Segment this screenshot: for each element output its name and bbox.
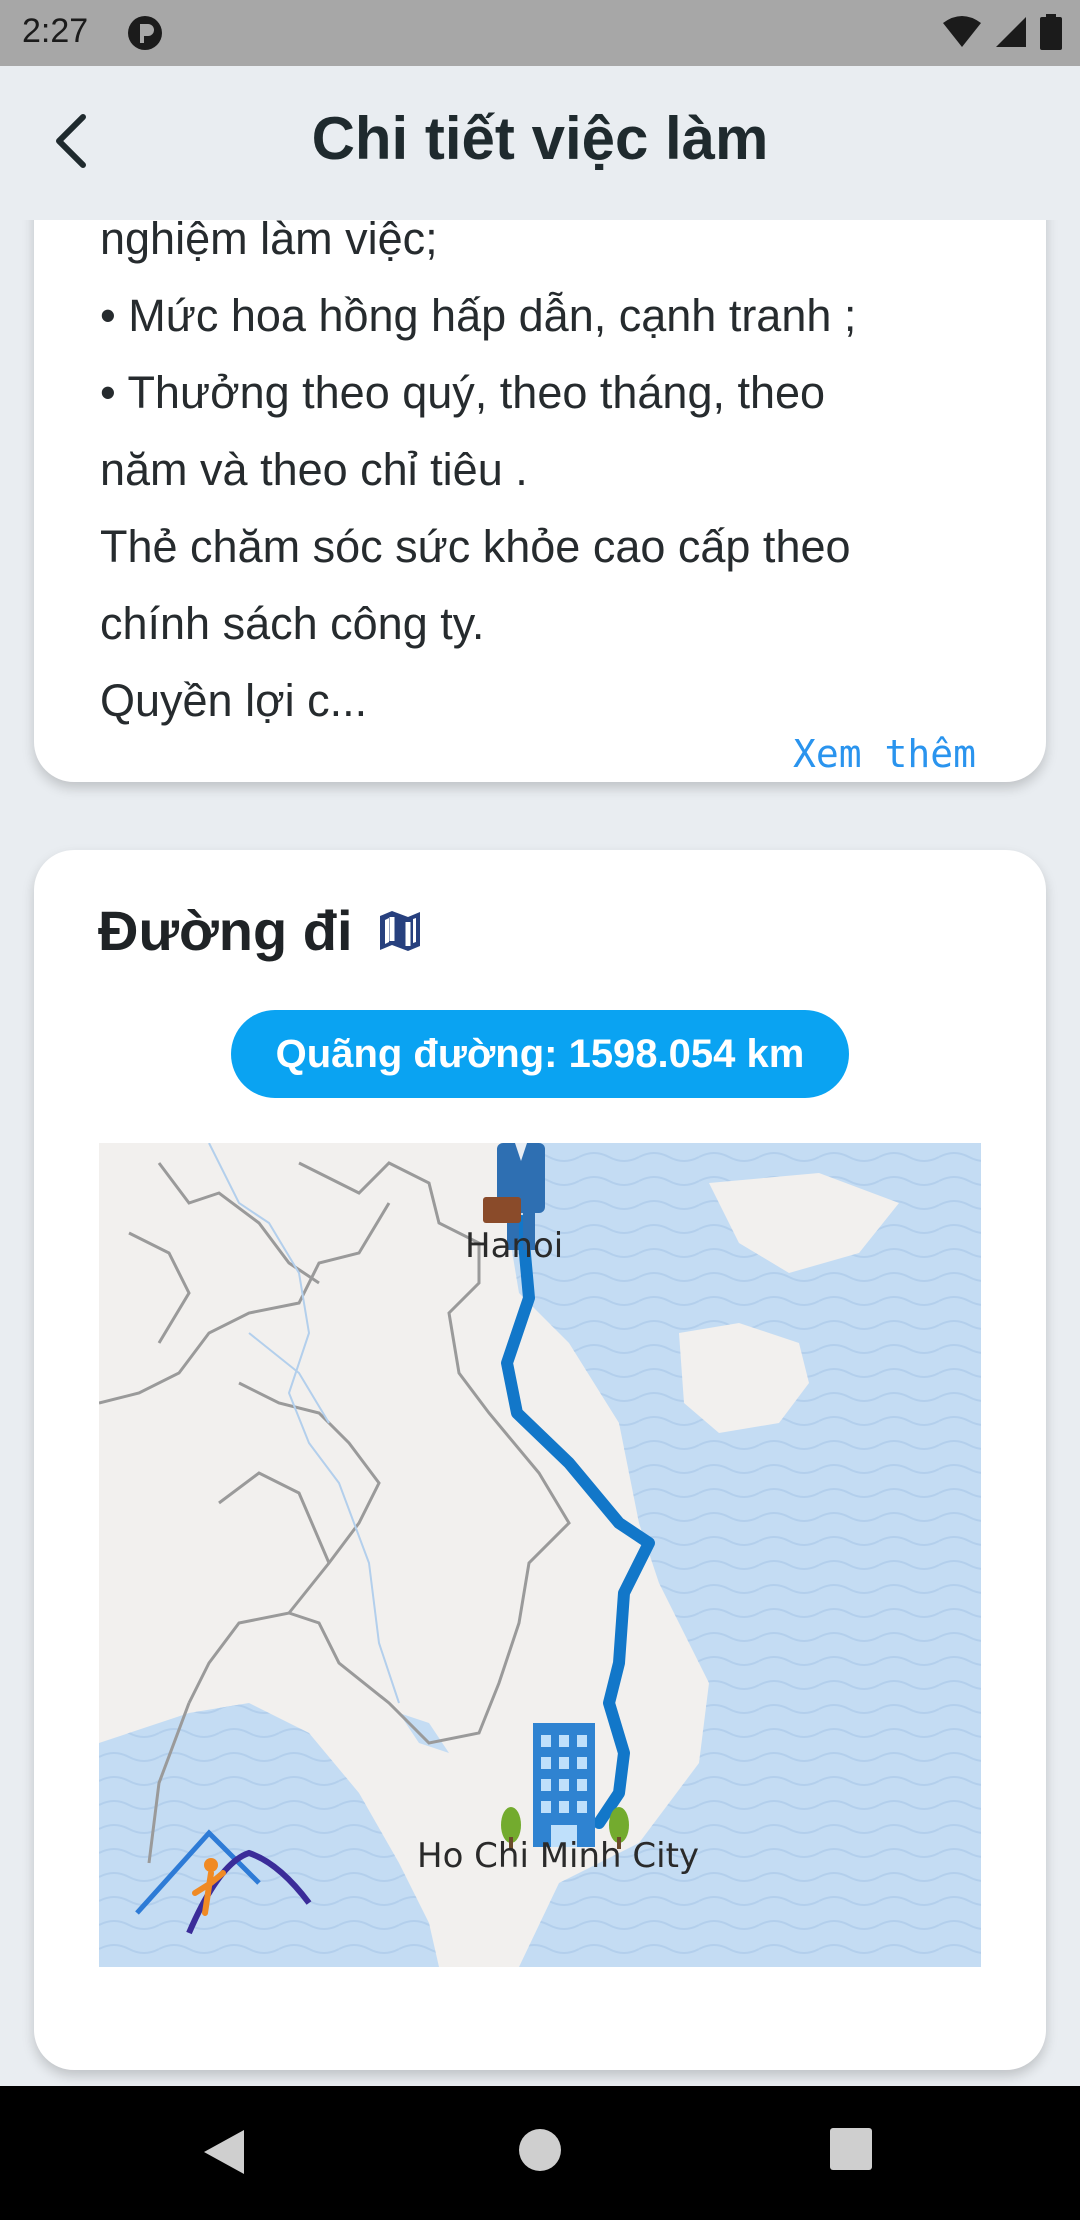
nav-recents-icon[interactable] bbox=[830, 2128, 872, 2170]
battery-icon bbox=[1040, 14, 1062, 50]
route-card: Đường đi Quãng đường: 1598.054 km Hanoi … bbox=[34, 850, 1046, 2070]
origin-label: Hanoi bbox=[465, 1226, 563, 1266]
job-description-card: nghiệm làm việc; • Mức hoa hồng hấp dẫn,… bbox=[34, 220, 1046, 782]
job-detail-content[interactable]: nghiệm làm việc; • Mức hoa hồng hấp dẫn,… bbox=[0, 220, 1080, 2086]
map-canvas: Hanoi Ho Chi Minh City bbox=[99, 1143, 981, 1967]
nav-home-icon[interactable] bbox=[518, 2128, 562, 2172]
wifi-icon bbox=[943, 16, 981, 47]
status-time: 2:27 bbox=[22, 12, 89, 50]
description-line: năm và theo chỉ tiêu . bbox=[100, 444, 528, 495]
route-map[interactable]: Hanoi Ho Chi Minh City bbox=[99, 1143, 981, 1967]
description-line: nghiệm làm việc; bbox=[100, 220, 438, 264]
route-section-header: Đường đi bbox=[98, 898, 423, 963]
description-line: • Thưởng theo quý, theo tháng, theo bbox=[100, 367, 826, 418]
status-bar: 2:27 bbox=[0, 0, 1080, 66]
description-line: Thẻ chăm sóc sức khỏe cao cấp theo bbox=[100, 521, 851, 572]
description-line: • Mức hoa hồng hấp dẫn, cạnh tranh ; bbox=[100, 290, 857, 341]
description-line: Quyền lợi c... bbox=[100, 675, 368, 726]
app-bar: Chi tiết việc làm bbox=[0, 66, 1080, 220]
destination-label: Ho Chi Minh City bbox=[417, 1836, 699, 1876]
job-description-text: nghiệm làm việc; • Mức hoa hồng hấp dẫn,… bbox=[100, 220, 1000, 739]
distance-badge: Quãng đường: 1598.054 km bbox=[231, 1010, 849, 1098]
app-notification-icon bbox=[128, 16, 162, 50]
nav-back-icon[interactable] bbox=[202, 2128, 246, 2176]
cellular-signal-icon bbox=[996, 17, 1026, 47]
description-line: chính sách công ty. bbox=[100, 598, 485, 649]
see-more-link[interactable]: Xem thêm bbox=[793, 732, 976, 776]
page-title: Chi tiết việc làm bbox=[311, 105, 769, 172]
system-nav-bar bbox=[0, 2086, 1080, 2220]
route-title: Đường đi bbox=[98, 899, 353, 962]
map-icon bbox=[379, 910, 420, 951]
